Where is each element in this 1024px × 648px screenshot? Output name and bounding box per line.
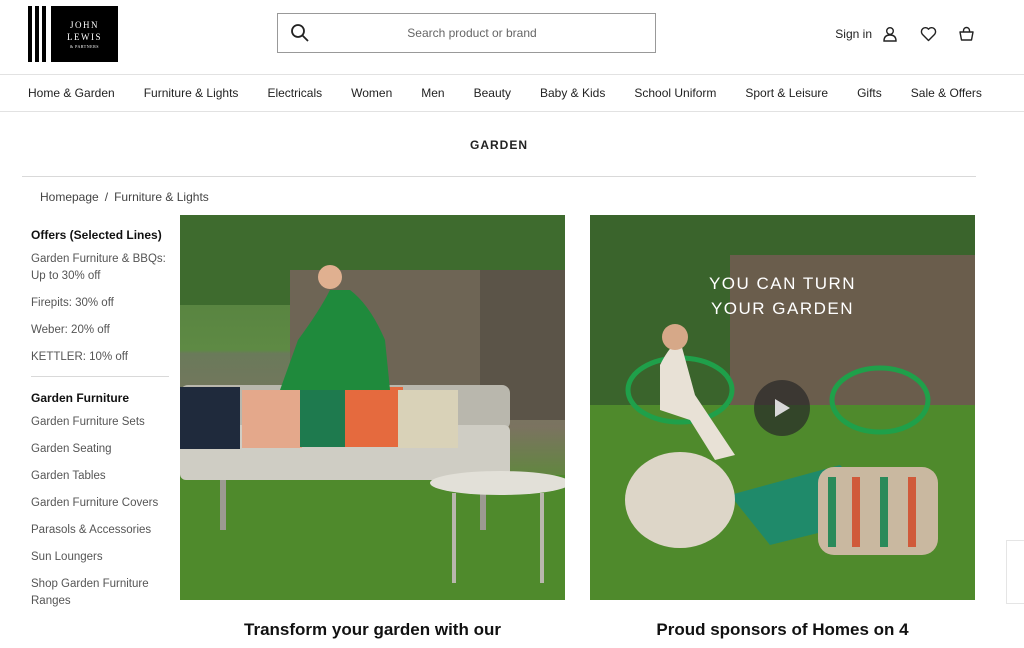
sign-in-link[interactable]: Sign in (835, 24, 900, 44)
search-icon[interactable] (278, 14, 322, 52)
nav-sale-offers[interactable]: Sale & Offers (911, 86, 982, 100)
sidebar-link-furniture-sets[interactable]: Garden Furniture Sets (31, 414, 169, 431)
sidebar-link-garden-furniture-bbqs[interactable]: Garden Furniture & BBQs: Up to 30% off (31, 251, 169, 285)
nav-women[interactable]: Women (351, 86, 392, 100)
breadcrumb-separator: / (104, 190, 109, 204)
sidebar-link-weber[interactable]: Weber: 20% off (31, 322, 169, 339)
basket-icon[interactable] (956, 24, 976, 44)
account-actions: Sign in (835, 24, 976, 44)
breadcrumb-furniture-lights[interactable]: Furniture & Lights (114, 190, 209, 204)
john-lewis-logo[interactable]: JOHN LEWIS & PARTNERS (28, 6, 118, 62)
overlay-line-2: YOUR GARDEN (710, 299, 855, 318)
site-header: JOHN LEWIS & PARTNERS Sign in (0, 0, 1024, 75)
video-overlay-text: YOU CAN TURN YOUR GARDEN (590, 271, 975, 321)
nav-school-uniform[interactable]: School Uniform (634, 86, 716, 100)
promo-title-transform[interactable]: Transform your garden with our (180, 620, 565, 640)
nav-baby-kids[interactable]: Baby & Kids (540, 86, 605, 100)
wishlist-heart-icon[interactable] (918, 24, 938, 44)
promo-image-garden-sofa[interactable] (180, 215, 565, 600)
logo-stripe (42, 6, 46, 62)
nav-men[interactable]: Men (421, 86, 444, 100)
play-icon (775, 399, 790, 417)
nav-home-garden[interactable]: Home & Garden (28, 86, 115, 100)
sidebar-link-sun-loungers[interactable]: Sun Loungers (31, 549, 169, 566)
sidebar-link-garden-tables[interactable]: Garden Tables (31, 468, 169, 485)
feedback-tab[interactable] (1006, 540, 1024, 604)
sidebar-heading-offers: Offers (Selected Lines) (31, 228, 162, 242)
sidebar-divider (31, 376, 169, 377)
sidebar-heading-garden-furniture: Garden Furniture (31, 391, 130, 405)
promo-card-transform[interactable]: Transform your garden with our (180, 215, 565, 640)
nav-furniture-lights[interactable]: Furniture & Lights (144, 86, 239, 100)
logo-stripe (35, 6, 39, 62)
overlay-line-1: YOU CAN TURN (708, 274, 857, 293)
sidebar-link-firepits[interactable]: Firepits: 30% off (31, 295, 169, 312)
sidebar-link-furniture-covers[interactable]: Garden Furniture Covers (31, 495, 169, 512)
logo-text-partners: & PARTNERS (70, 43, 99, 49)
nav-gifts[interactable]: Gifts (857, 86, 882, 100)
nav-electricals[interactable]: Electricals (267, 86, 322, 100)
garden-sofa-illustration (180, 215, 565, 600)
nav-sport-leisure[interactable]: Sport & Leisure (745, 86, 828, 100)
breadcrumb: Homepage / Furniture & Lights (40, 190, 209, 204)
logo-text-lewis: LEWIS (67, 31, 102, 42)
category-sidebar: Offers (Selected Lines) Garden Furniture… (31, 228, 169, 620)
sidebar-link-parasols[interactable]: Parasols & Accessories (31, 522, 169, 539)
logo-wordmark: JOHN LEWIS & PARTNERS (51, 6, 118, 62)
nav-beauty[interactable]: Beauty (474, 86, 511, 100)
promo-title-homes-on-4[interactable]: Proud sponsors of Homes on 4 (590, 620, 975, 640)
sidebar-link-kettler[interactable]: KETTLER: 10% off (31, 349, 169, 366)
user-icon (880, 24, 900, 44)
main-navigation: Home & Garden Furniture & Lights Electri… (0, 75, 1024, 112)
logo-text-john: JOHN (69, 19, 99, 30)
play-button[interactable] (754, 380, 810, 436)
promo-card-homes-on-4[interactable]: YOU CAN TURN YOUR GARDEN Proud sponsors … (590, 215, 975, 640)
title-divider (22, 176, 976, 177)
sign-in-label: Sign in (835, 27, 872, 41)
search-input[interactable] (322, 26, 622, 40)
page-title: GARDEN (469, 138, 528, 152)
search-bar[interactable] (277, 13, 656, 53)
breadcrumb-homepage[interactable]: Homepage (40, 190, 99, 204)
sidebar-link-furniture-ranges[interactable]: Shop Garden Furniture Ranges (31, 576, 169, 610)
promo-video-homes-on-4[interactable]: YOU CAN TURN YOUR GARDEN (590, 215, 975, 600)
logo-stripe (28, 6, 32, 62)
sidebar-link-garden-seating[interactable]: Garden Seating (31, 441, 169, 458)
